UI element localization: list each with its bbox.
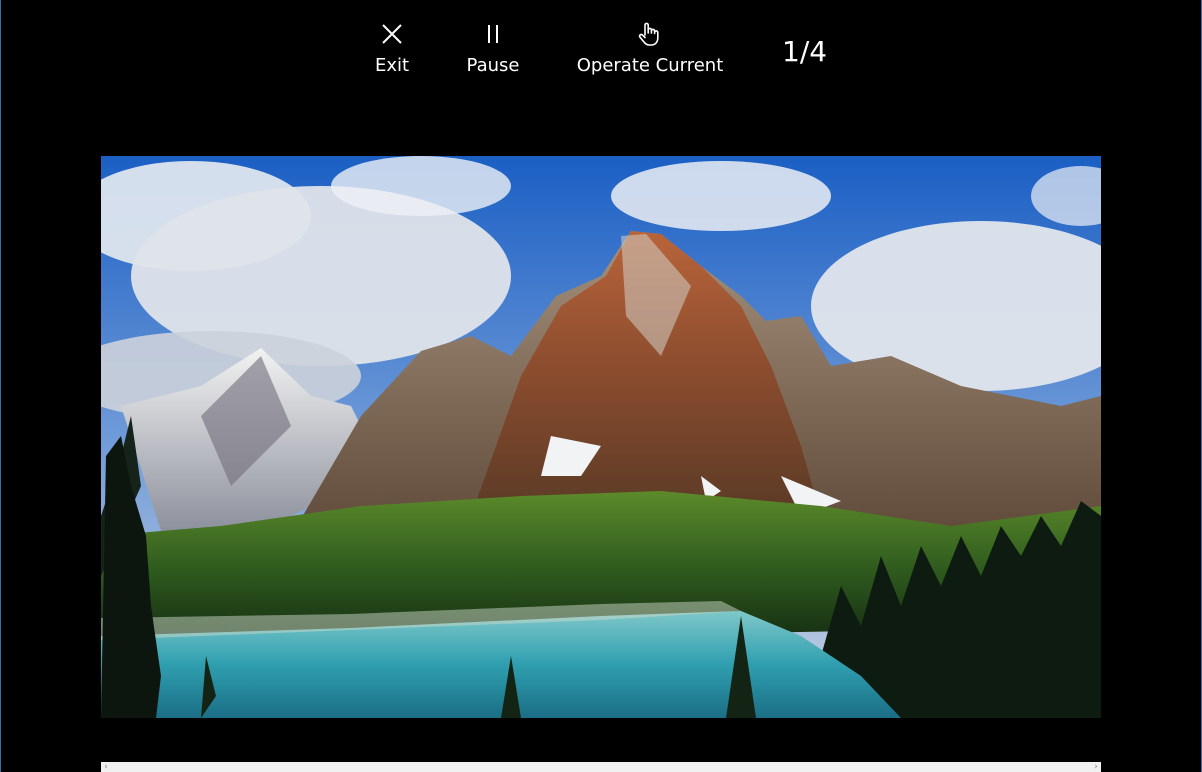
hand-pointer-icon (636, 18, 664, 50)
operate-current-label: Operate Current (576, 55, 724, 76)
horizontal-scrollbar[interactable]: ‹ › (101, 762, 1101, 772)
scroll-right-icon[interactable]: › (1091, 762, 1101, 772)
close-icon (381, 18, 403, 50)
slideshow-image (101, 156, 1101, 718)
exit-label: Exit (374, 55, 410, 76)
exit-button[interactable]: Exit (370, 18, 414, 76)
pause-icon (485, 18, 501, 50)
slideshow-toolbar: Exit Pause Operate Current 1/4 (0, 0, 1202, 110)
slide-counter: 1/4 (782, 35, 828, 68)
scroll-left-icon[interactable]: ‹ (101, 762, 111, 772)
pause-button[interactable]: Pause (462, 18, 524, 76)
pause-label: Pause (466, 55, 520, 76)
operate-current-button[interactable]: Operate Current (574, 18, 726, 76)
